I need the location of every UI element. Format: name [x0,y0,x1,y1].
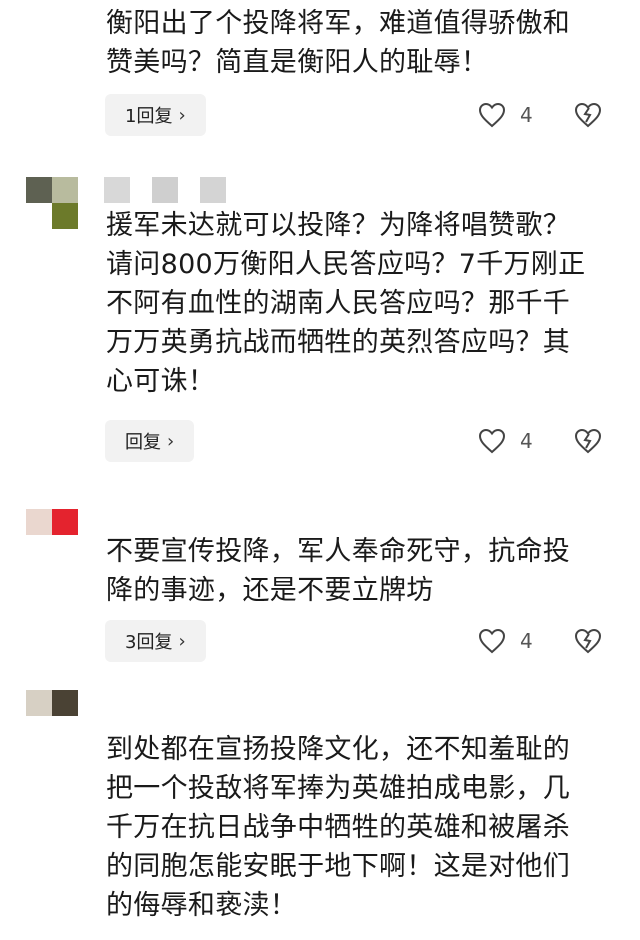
chevron-right-icon: › [178,104,186,126]
chevron-right-icon: › [167,430,175,452]
avatar[interactable] [26,690,78,742]
reply-label: 3回复 [125,632,173,653]
reply-label: 1回复 [125,106,173,127]
dislike-button[interactable] [574,94,602,136]
comment-text: 衡阳出了个投降将军，难道值得骄傲和 赞美吗？简直是衡阳人的耻辱！ [106,8,571,78]
avatar[interactable] [26,509,78,561]
avatar[interactable] [26,0,78,24]
reply-button[interactable]: 回复 › [105,420,195,462]
heart-icon [478,428,506,454]
dislike-button[interactable] [574,620,602,662]
like-count: 4 [520,429,533,453]
avatar[interactable] [26,177,78,229]
like-count: 4 [520,629,533,653]
reply-button[interactable]: 1回复 › [105,94,206,136]
comment-text: 援军未达就可以投降？为降将唱赞歌？ 请问800万衡阳人民答应吗？7千万刚正 不阿… [106,210,586,397]
chevron-right-icon: › [178,630,186,652]
like-button[interactable]: 4 [478,620,533,662]
like-button[interactable]: 4 [478,420,533,462]
reply-button[interactable]: 3回复 › [105,620,206,662]
like-count: 4 [520,103,533,127]
broken-heart-icon [574,428,602,454]
dislike-button[interactable] [574,420,602,462]
reply-label: 回复 [125,432,161,453]
broken-heart-icon [574,102,602,128]
heart-icon [478,628,506,654]
heart-icon [478,102,506,128]
like-button[interactable]: 4 [478,94,533,136]
comment-text: 到处都在宣扬投降文化，还不知羞耻的 把一个投敌将军捧为英雄拍成电影，几 千万在抗… [106,734,571,921]
username[interactable] [104,177,226,203]
broken-heart-icon [574,628,602,654]
comment-text: 不要宣传投降，军人奉命死守，抗命投 降的事迹，还是不要立牌坊 [106,536,571,606]
